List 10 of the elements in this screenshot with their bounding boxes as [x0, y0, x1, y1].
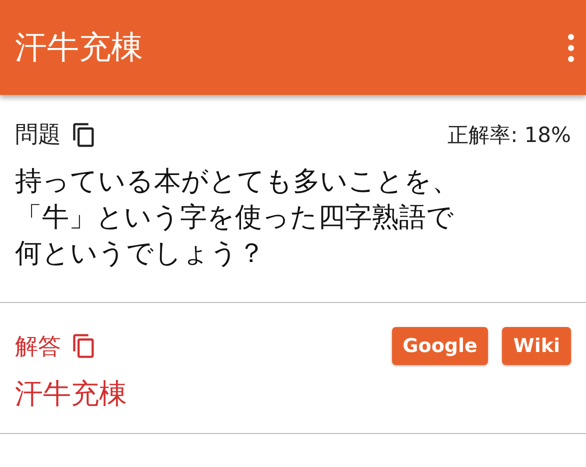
search-link-button[interactable]: Google: [392, 327, 488, 365]
question-text: 持っている本がとても多いことを、「牛」という字を使った四字熟語で何というでしょう？: [15, 165, 460, 271]
accuracy-rate: 正解率: 18%: [448, 122, 571, 148]
answer-text: 汗牛充棟: [15, 376, 128, 412]
answer-label: 解答: [15, 332, 61, 362]
question-label: 問題: [15, 121, 61, 150]
search-link-button[interactable]: Wiki: [502, 327, 571, 365]
more-menu-icon[interactable]: [566, 32, 576, 62]
copy-icon[interactable]: [71, 122, 97, 148]
app-title: 汗牛充棟: [15, 26, 143, 68]
